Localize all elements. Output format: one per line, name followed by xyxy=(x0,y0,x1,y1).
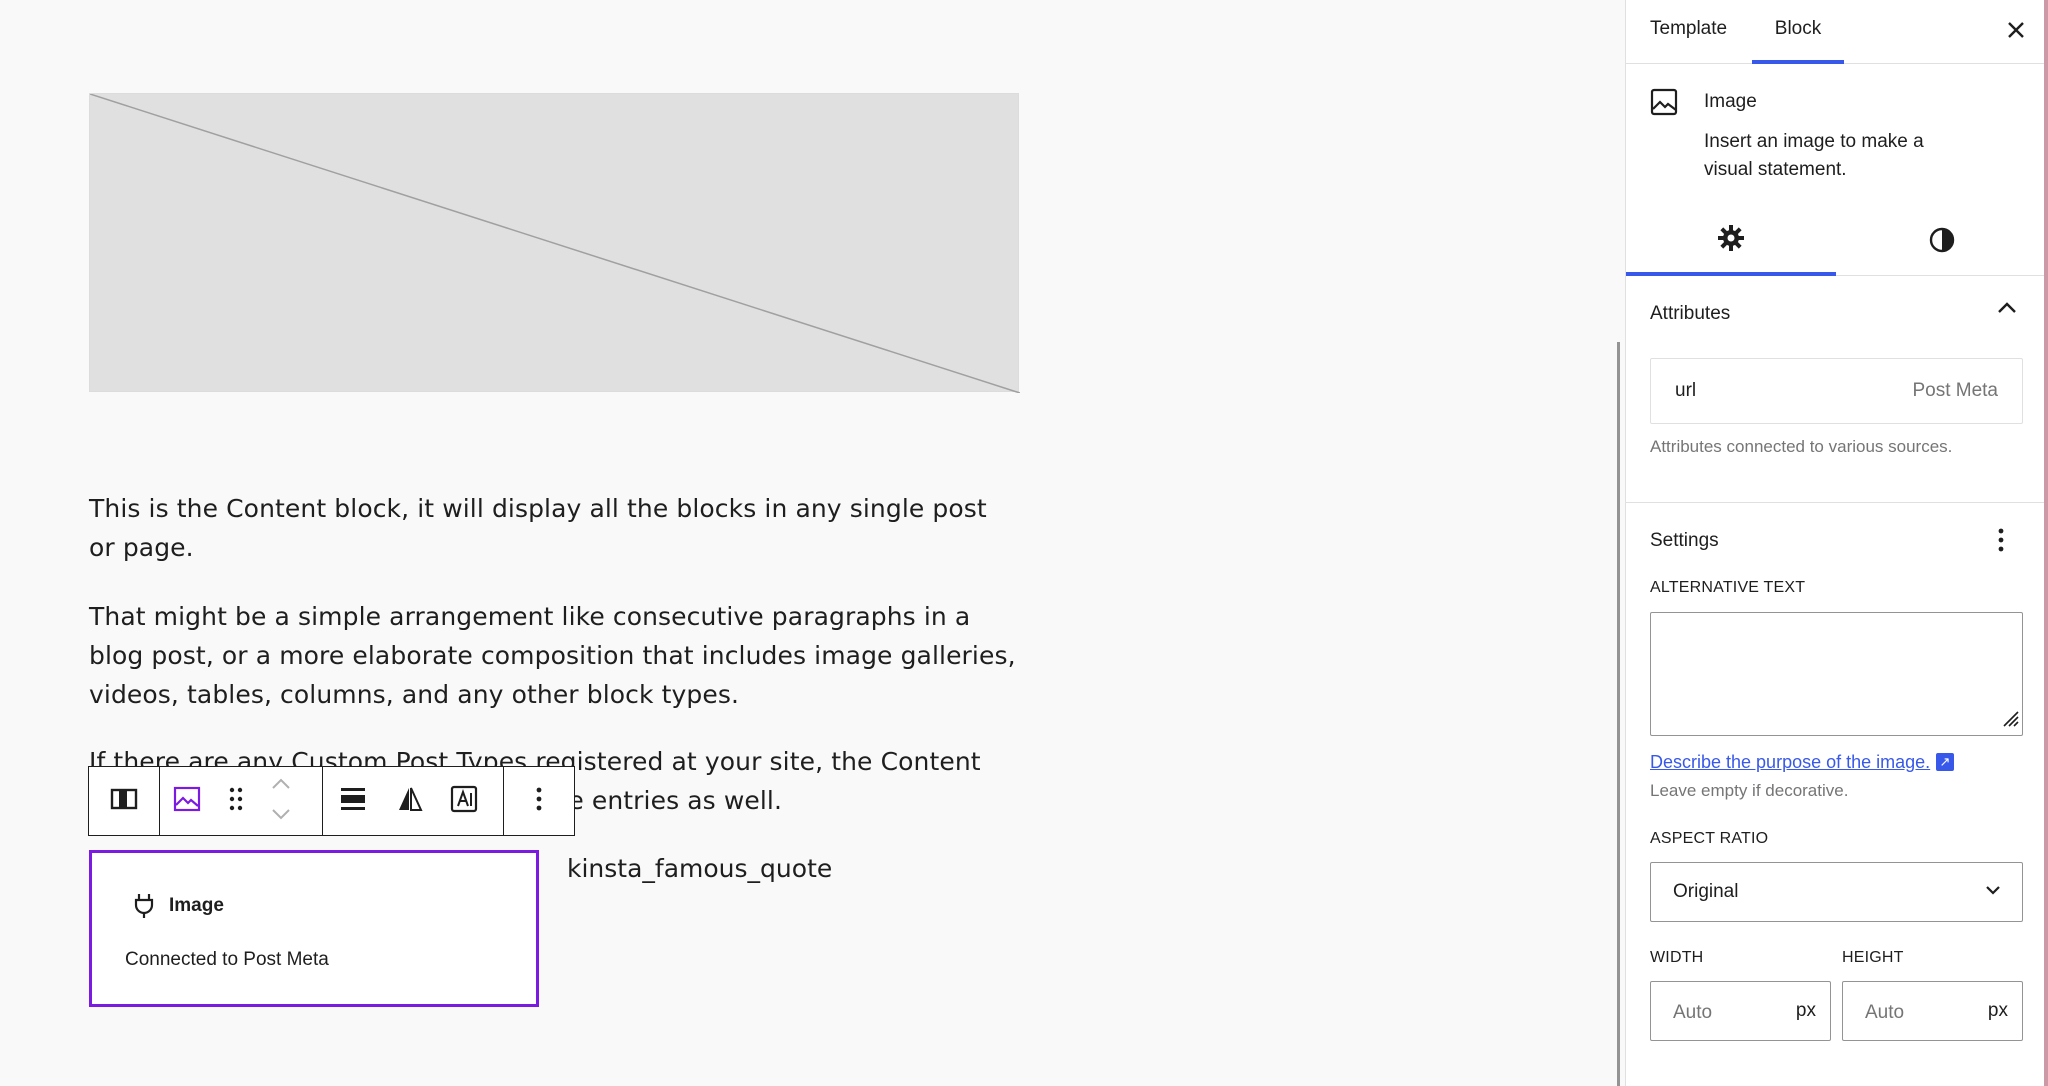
contrast-icon xyxy=(1928,226,1956,259)
attribute-key: url xyxy=(1675,380,1697,401)
height-label: HEIGHT xyxy=(1842,949,1904,966)
image-block-description: Connected to Post Meta xyxy=(125,949,329,970)
aspect-ratio-label: ASPECT RATIO xyxy=(1650,830,1769,847)
aspect-ratio-value: Original xyxy=(1673,881,1739,902)
placeholder-diagonal xyxy=(90,94,1020,393)
parent-block-icon xyxy=(110,788,138,815)
aspect-ratio-select[interactable]: Original xyxy=(1650,862,2023,922)
select-parent-button[interactable] xyxy=(97,767,151,835)
alt-text-help: Leave empty if decorative. xyxy=(1650,781,1849,800)
image-icon xyxy=(1650,88,1678,121)
inspector-tabs xyxy=(1626,208,2048,276)
duotone-icon xyxy=(397,786,423,817)
more-options-button[interactable] xyxy=(512,767,566,835)
drag-handle-icon xyxy=(229,787,243,816)
drag-handle-button[interactable] xyxy=(214,767,258,835)
image-block-title: Image xyxy=(169,895,224,916)
block-toolbar xyxy=(88,766,575,836)
quote-meta-label[interactable]: kinsta_famous_quote xyxy=(567,851,832,887)
chevron-up-icon[interactable] xyxy=(1996,301,2018,320)
external-link-icon[interactable]: ↗ xyxy=(1936,753,1954,771)
text-overlay-icon xyxy=(450,785,478,818)
width-unit[interactable]: px xyxy=(1796,1000,1816,1022)
height-input[interactable]: Auto px xyxy=(1842,981,2023,1041)
width-placeholder: Auto xyxy=(1673,1002,1713,1023)
move-down-icon[interactable] xyxy=(271,807,291,825)
duotone-button[interactable] xyxy=(383,767,437,835)
width-label: WIDTH xyxy=(1650,949,1704,966)
block-movers xyxy=(258,767,304,835)
resize-grip-icon[interactable] xyxy=(1998,706,2020,733)
block-card-title: Image xyxy=(1704,91,1757,112)
tab-styles[interactable] xyxy=(1837,208,2047,276)
width-input[interactable]: Auto px xyxy=(1650,981,1831,1041)
toolbar-group-options xyxy=(503,766,575,836)
tab-settings[interactable] xyxy=(1626,208,1836,276)
selected-image-block[interactable]: Image Connected to Post Meta xyxy=(89,850,539,1007)
describe-image-link[interactable]: Describe the purpose of the image. xyxy=(1650,752,1930,773)
settings-heading: Settings xyxy=(1650,530,1719,551)
settings-sidebar: Template Block Image Insert an image to … xyxy=(1625,0,2048,1086)
paragraph-block[interactable]: This is the Content block, it will displ… xyxy=(89,489,1019,567)
attribute-row-url[interactable]: url Post Meta xyxy=(1650,358,2023,424)
sidebar-tabs: Template Block xyxy=(1626,0,2048,64)
editor-canvas[interactable]: This is the Content block, it will displ… xyxy=(0,0,1624,1086)
attribute-source: Post Meta xyxy=(1912,380,1998,401)
attributes-heading[interactable]: Attributes xyxy=(1650,303,1730,325)
window-edge xyxy=(2044,0,2048,1086)
toolbar-group-block xyxy=(159,766,323,836)
height-unit[interactable]: px xyxy=(1988,1000,2008,1022)
tab-template[interactable]: Template xyxy=(1650,0,1727,64)
image-icon xyxy=(173,786,201,817)
more-options-icon xyxy=(536,787,542,816)
close-icon xyxy=(2000,22,2032,50)
block-card-description: Insert an image to make a visual stateme… xyxy=(1704,131,1924,180)
block-card: Image Insert an image to make a visual s… xyxy=(1626,64,2048,184)
settings-panel: Settings ALTERNATIVE TEXT Describe the p… xyxy=(1626,504,2048,1086)
paragraph-block[interactable]: That might be a simple arrangement like … xyxy=(89,597,1019,714)
block-type-button[interactable] xyxy=(160,767,214,835)
height-placeholder: Auto xyxy=(1865,1002,1905,1023)
tab-block[interactable]: Block xyxy=(1752,0,1844,64)
attributes-help: Attributes connected to various sources. xyxy=(1650,437,1953,456)
close-sidebar-button[interactable] xyxy=(2000,14,2032,46)
canvas-scrollbar[interactable] xyxy=(1617,342,1620,1086)
image-placeholder[interactable] xyxy=(89,93,1020,393)
toolbar-group-tools xyxy=(322,766,504,836)
text-overlay-button[interactable] xyxy=(437,767,491,835)
align-button[interactable] xyxy=(323,767,383,835)
gear-icon xyxy=(1717,224,1745,257)
alt-text-label: ALTERNATIVE TEXT xyxy=(1650,579,1806,596)
align-icon xyxy=(340,787,366,816)
move-up-icon[interactable] xyxy=(271,777,291,795)
toolbar-group-parent xyxy=(88,766,160,836)
attributes-panel: Attributes url Post Meta Attributes conn… xyxy=(1626,277,2048,503)
plug-icon xyxy=(132,893,156,919)
chevron-down-icon xyxy=(1984,883,2002,901)
alt-text-field[interactable] xyxy=(1650,612,2023,736)
more-vertical-icon[interactable] xyxy=(1998,528,2004,557)
